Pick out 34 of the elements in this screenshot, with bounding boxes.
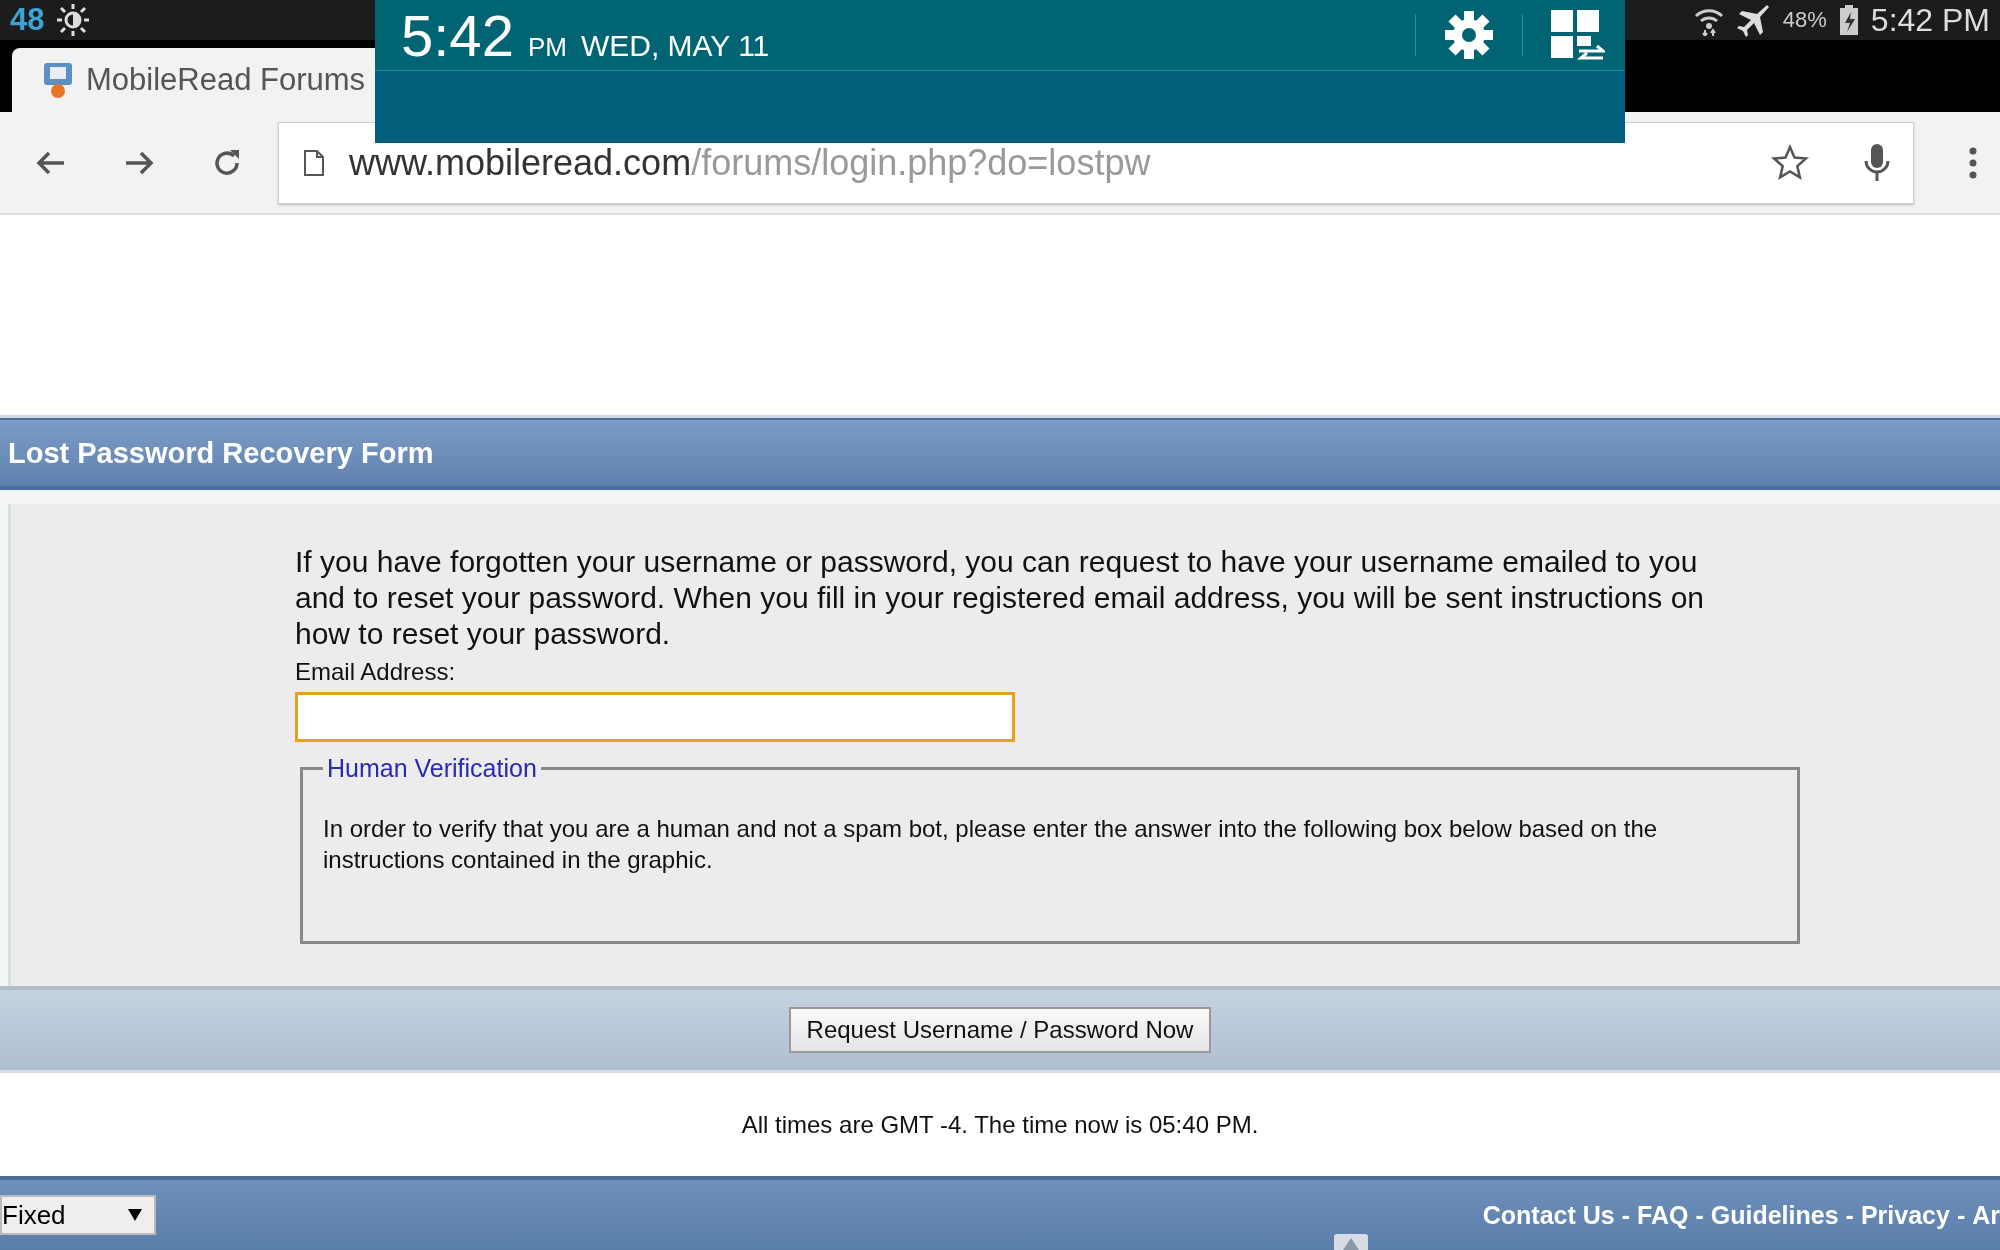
email-input[interactable] xyxy=(295,692,1015,742)
link-separator: - xyxy=(1695,1200,1704,1230)
verification-legend: Human Verification xyxy=(323,754,541,783)
battery-icon xyxy=(1838,5,1859,35)
footer-link[interactable]: Guidelines xyxy=(1710,1200,1839,1230)
panel-ampm: PM xyxy=(527,31,567,63)
battery-percent: 48% xyxy=(1782,7,1827,33)
panel-time: 5:42 xyxy=(401,1,514,69)
page-icon xyxy=(303,148,325,177)
link-separator: - xyxy=(1621,1200,1631,1230)
link-separator: - xyxy=(1845,1200,1854,1230)
link-separator: - xyxy=(1956,1200,1966,1230)
menu-icon[interactable] xyxy=(1968,145,1978,180)
bookmark-star-icon[interactable] xyxy=(1771,143,1809,182)
email-label: Email Address: xyxy=(295,658,457,686)
clock-time: 5:42 PM xyxy=(1870,1,1990,39)
verification-text: In order to verify that you are a human and not a spam bot, please enter the answer into the following box below based on the instructions contained in the graphic. xyxy=(323,814,1659,875)
intro-text: If you have forgotten your username or password, you can request to have your username emailed to you and to reset your password. When you fill in your registered email address, you will be sent instructions on how to reset your password. xyxy=(295,544,1706,652)
submit-button[interactable]: Request Username / Password Now xyxy=(788,1007,1212,1053)
time-note: All times are GMT -4. The time now is 05:40 PM. xyxy=(741,1110,1259,1139)
footer-link[interactable]: Contact Us xyxy=(1482,1200,1615,1230)
footer-link[interactable]: Privacy xyxy=(1860,1200,1950,1230)
quick-panel-icon[interactable] xyxy=(1549,8,1605,62)
notification-count: 48 xyxy=(10,2,45,38)
settings-icon[interactable] xyxy=(1442,8,1496,62)
panel-date: WED, MAY 11 xyxy=(580,28,770,63)
footer-link[interactable]: Ar xyxy=(1972,1200,2000,1230)
style-select[interactable]: Fixed xyxy=(0,1195,156,1235)
microphone-icon[interactable] xyxy=(1863,142,1891,183)
airplane-icon xyxy=(1736,3,1771,37)
footer-link[interactable]: FAQ xyxy=(1637,1200,1689,1230)
brightness-icon xyxy=(56,3,91,37)
dropdown-arrow-icon xyxy=(128,1209,142,1221)
form-title: Lost Password Recovery Form xyxy=(8,436,434,470)
